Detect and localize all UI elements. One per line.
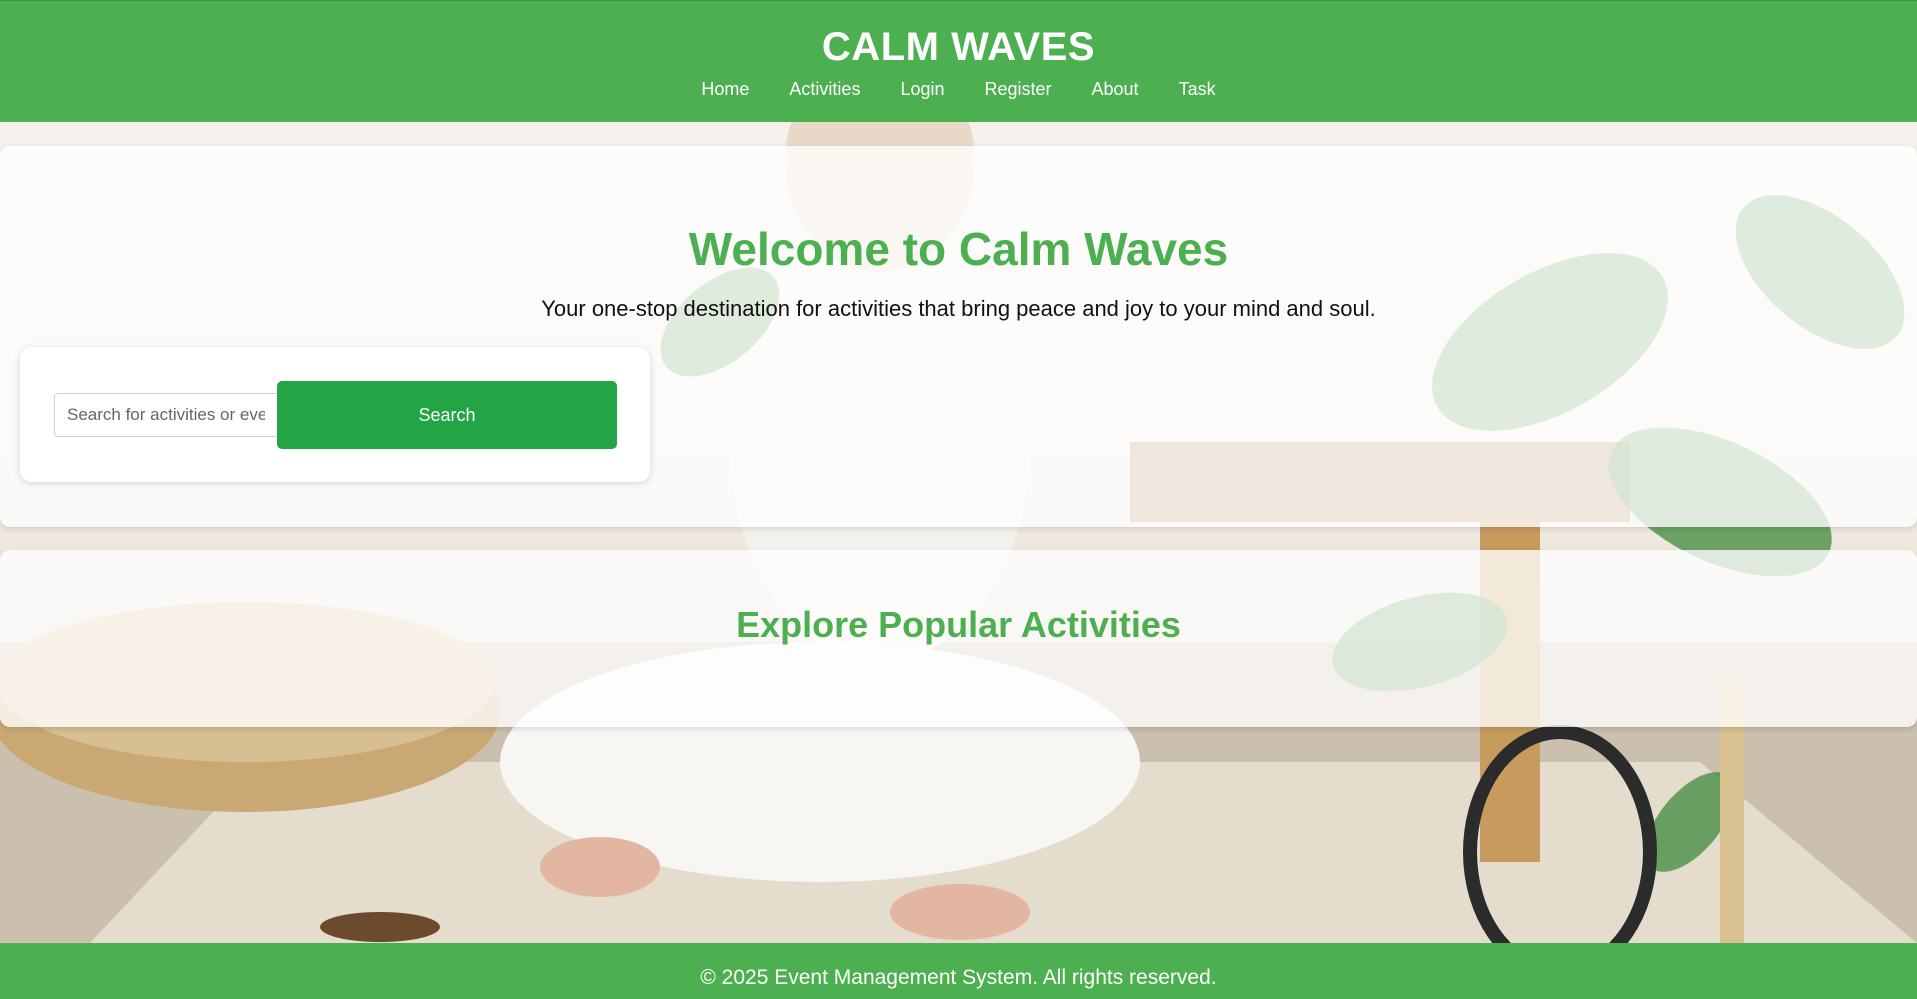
site-footer: © 2025 Event Management System. All righ… [0,943,1917,999]
welcome-subtitle: Your one-stop destination for activities… [541,296,1376,321]
search-button[interactable]: Search [277,381,617,449]
nav-link-activities[interactable]: Activities [789,79,860,100]
nav-link-about[interactable]: About [1092,79,1139,100]
welcome-heading: Welcome to Calm Waves [688,223,1229,275]
nav-link-register[interactable]: Register [984,79,1051,100]
explore-heading: Explore Popular Activities [736,604,1181,645]
nav-link-task[interactable]: Task [1179,79,1216,100]
site-title: CALM WAVES [821,25,1096,69]
search-input[interactable] [54,393,278,437]
nav-link-home[interactable]: Home [701,79,749,100]
welcome-section: Welcome to Calm Waves Your one-stop dest… [0,146,1917,527]
footer-copyright: © 2025 Event Management System. All righ… [700,966,1217,989]
site-header: CALM WAVES Home Activities Login Registe… [0,0,1917,122]
explore-section: Explore Popular Activities [0,550,1917,727]
nav-link-login[interactable]: Login [900,79,944,100]
main-nav: Home Activities Login Register About Tas… [0,79,1917,100]
search-card: Search [20,347,650,482]
